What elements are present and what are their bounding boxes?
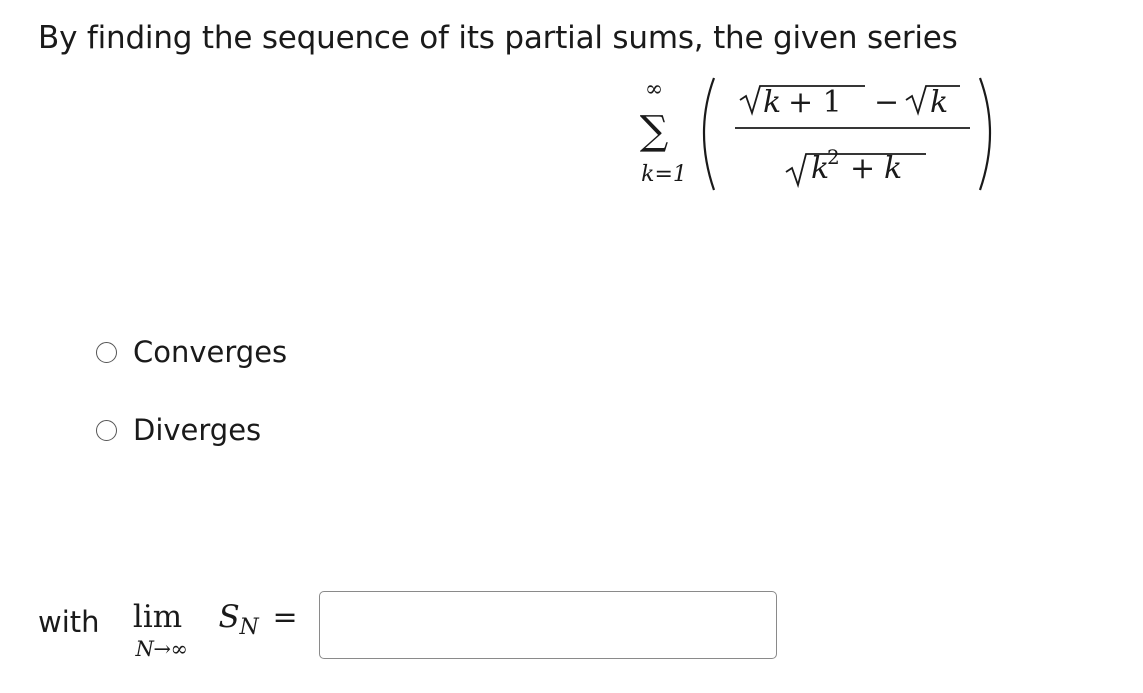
sum-lower-limit: k=1 <box>641 162 687 187</box>
numerator: k + 1 − k <box>739 85 960 120</box>
denominator-plus: + <box>850 151 875 186</box>
lim-word: lim <box>132 599 183 635</box>
series-formula-svg: ∞ ∑ k=1 k + 1 − k k 2 + k <box>640 77 992 191</box>
option-converges[interactable]: Converges <box>96 330 287 374</box>
option-converges-label: Converges <box>133 335 288 369</box>
left-paren <box>702 77 716 191</box>
limit-answer-input[interactable] <box>318 591 777 659</box>
denominator-exponent: 2 <box>827 145 840 169</box>
answer-options: Converges Diverges <box>96 330 287 486</box>
s-subscript: N <box>239 615 259 640</box>
denominator: k 2 + k <box>785 145 926 189</box>
lim-subscript: N→∞ <box>135 637 188 661</box>
numerator-minus: − <box>874 85 899 120</box>
series-expression: ∞ ∑ k=1 k + 1 − k k 2 + k <box>628 72 1008 192</box>
right-paren <box>978 77 992 191</box>
sum-upper-limit: ∞ <box>645 77 663 102</box>
option-diverges-label: Diverges <box>133 413 262 447</box>
limit-answer-row: with lim N→∞ S N = <box>38 591 777 661</box>
sigma-symbol: ∑ <box>640 108 669 154</box>
option-diverges[interactable]: Diverges <box>96 408 287 452</box>
numerator-k1: k <box>763 85 781 120</box>
with-label: with <box>38 605 100 639</box>
s-variable: S <box>218 599 240 635</box>
equals-sign: = <box>272 600 298 635</box>
radio-diverges[interactable] <box>96 419 117 441</box>
numerator-k2: k <box>930 85 948 120</box>
question-prompt: By finding the sequence of its partial s… <box>38 20 958 56</box>
limit-expression: lim N→∞ S N = <box>123 591 298 661</box>
numerator-plus1: + 1 <box>788 85 842 120</box>
radio-converges[interactable] <box>96 341 117 363</box>
denominator-k2: k <box>884 151 902 186</box>
